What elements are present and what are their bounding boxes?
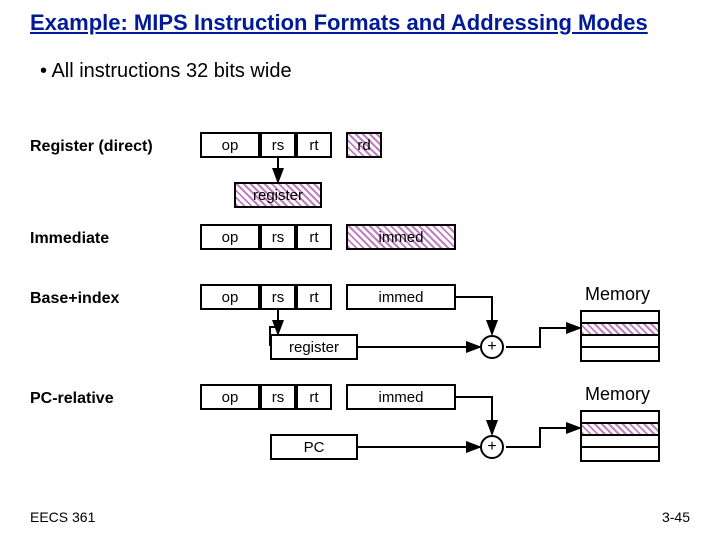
field-rt-2: rt: [296, 224, 332, 250]
field-op-3: op: [200, 284, 260, 310]
field-immed-2: immed: [346, 224, 456, 250]
memory-label-2: Memory: [585, 384, 650, 405]
label-base-index: Base+index: [30, 290, 119, 308]
field-rs-2: rs: [260, 224, 296, 250]
subtitle: • All instructions 32 bits wide: [40, 60, 292, 83]
page-title: Example: MIPS Instruction Formats and Ad…: [30, 10, 648, 36]
pc-box: PC: [270, 434, 358, 460]
label-register-direct: Register (direct): [30, 138, 153, 156]
memory-stack-1: [580, 310, 660, 362]
footer-right: 3-45: [662, 509, 690, 525]
memory-label-1: Memory: [585, 284, 650, 305]
field-rs-3: rs: [260, 284, 296, 310]
field-immed-3: immed: [346, 284, 456, 310]
footer-left: EECS 361: [30, 509, 95, 525]
field-op: op: [200, 132, 260, 158]
field-rd: rd: [346, 132, 382, 158]
field-immed-4: immed: [346, 384, 456, 410]
label-pc-relative: PC-relative: [30, 390, 114, 408]
field-op-4: op: [200, 384, 260, 410]
plus-icon-2: +: [480, 435, 504, 459]
field-rs: rs: [260, 132, 296, 158]
register-box-1: register: [234, 182, 322, 208]
label-immediate: Immediate: [30, 230, 109, 248]
field-rs-4: rs: [260, 384, 296, 410]
register-box-3: register: [270, 334, 358, 360]
plus-icon-1: +: [480, 335, 504, 359]
field-op-2: op: [200, 224, 260, 250]
field-rt-3: rt: [296, 284, 332, 310]
field-rt: rt: [296, 132, 332, 158]
memory-stack-2: [580, 410, 660, 462]
field-rt-4: rt: [296, 384, 332, 410]
